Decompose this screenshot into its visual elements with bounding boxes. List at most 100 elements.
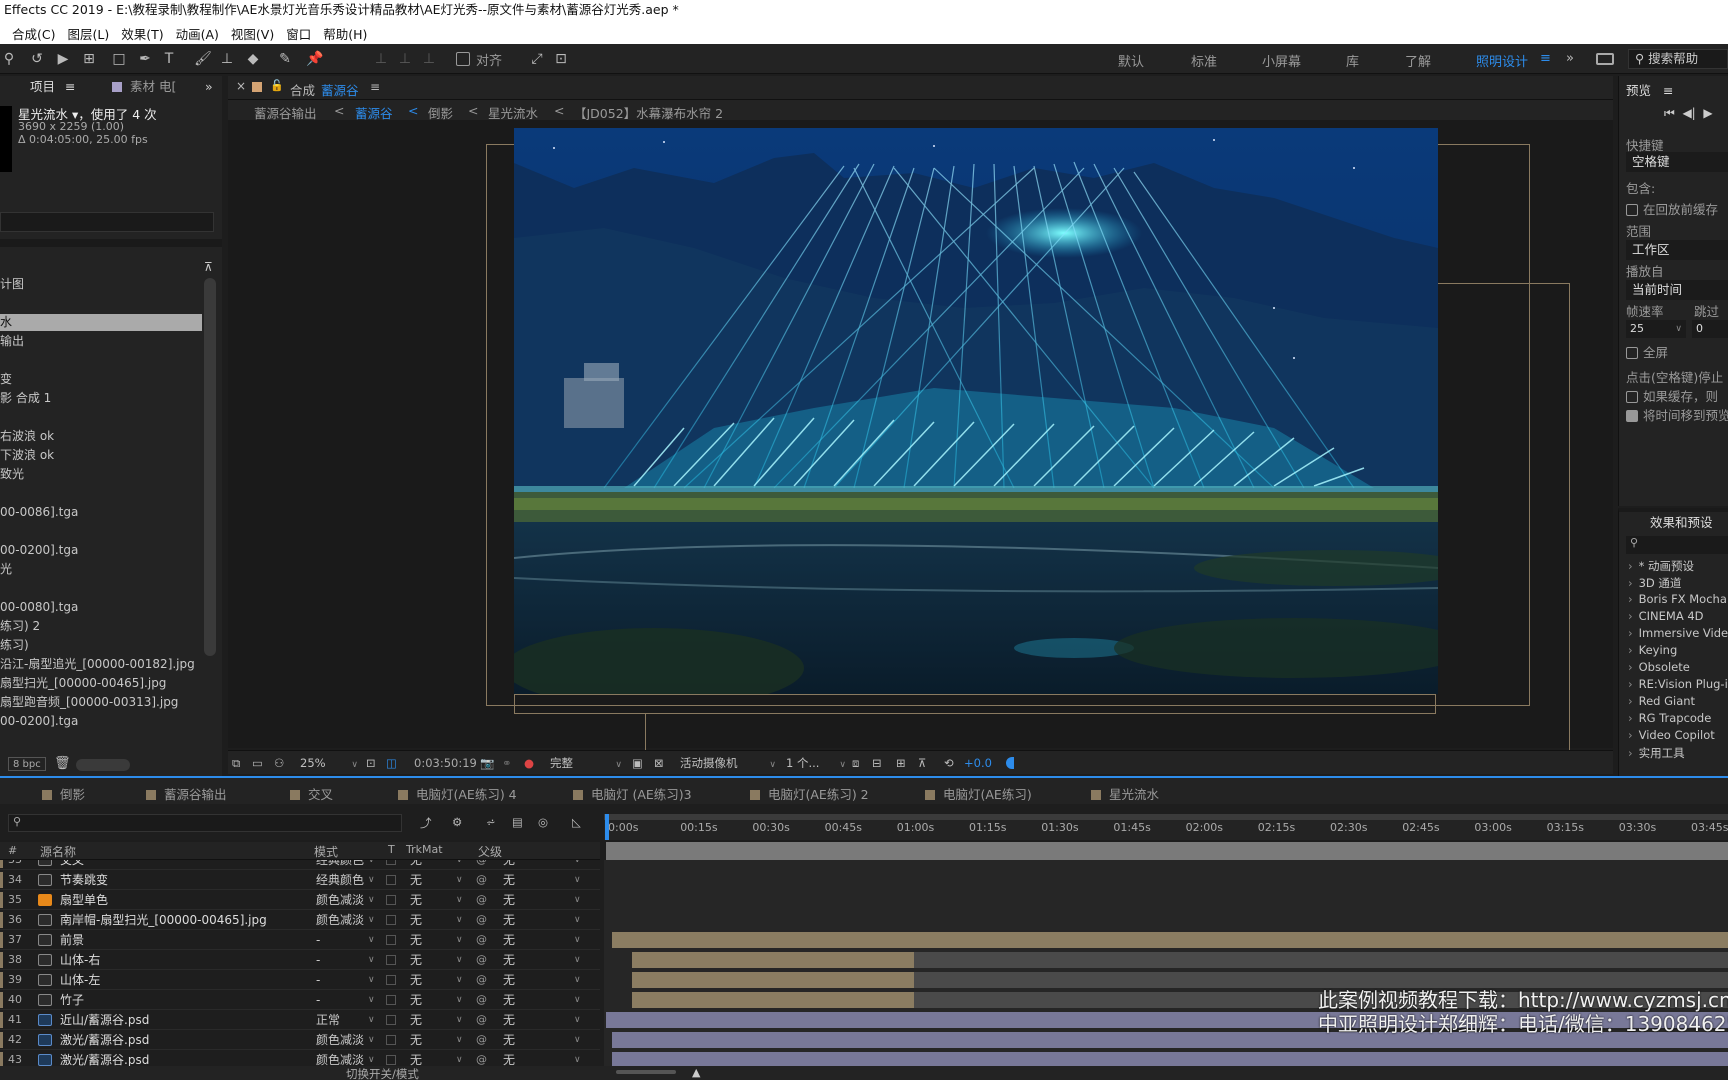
play-from-dropdown[interactable]: 当前时间	[1626, 280, 1728, 300]
puppet-pin-tool-icon[interactable]: 📌	[306, 50, 324, 68]
clone-stamp-tool-icon[interactable]: ⊥	[218, 50, 236, 68]
menu-help[interactable]: 帮助(H)	[323, 24, 367, 43]
label-color[interactable]	[0, 952, 3, 968]
range-dropdown[interactable]: 工作区	[1626, 240, 1728, 260]
shortcut-dropdown[interactable]: 空格键	[1626, 152, 1728, 172]
zoom-in-icon[interactable]: ▲	[692, 1066, 700, 1079]
pick-whip-icon[interactable]: @	[476, 1030, 487, 1050]
channel-icon[interactable]: ●	[524, 756, 534, 770]
list-item[interactable]	[0, 523, 200, 540]
label-color[interactable]	[0, 892, 3, 908]
blend-mode-dropdown[interactable]: -	[316, 990, 376, 1010]
timeline-tab[interactable]: 电脑灯(AE练习)	[925, 784, 1032, 803]
table-row[interactable]: 37 前景 - ∨ 无 ∨ @ 无 ∨	[0, 930, 600, 950]
table-row[interactable]: 41 近山/蓄源谷.psd 正常 ∨ 无 ∨ @ 无 ∨	[0, 1010, 600, 1030]
bit-depth-button[interactable]: 8 bpc	[8, 757, 46, 771]
table-row[interactable]: 38 山体-右 - ∨ 无 ∨ @ 无 ∨	[0, 950, 600, 970]
fast-previews-icon[interactable]: ▣	[632, 756, 643, 770]
effects-category[interactable]: › 实用工具	[1628, 745, 1685, 761]
col-parent[interactable]: 父级	[478, 843, 502, 860]
play-icon[interactable]: ▶	[1703, 106, 1712, 120]
snap-checkbox[interactable]	[456, 52, 470, 66]
menu-composition[interactable]: 合成(C)	[12, 24, 55, 43]
layer-name[interactable]: 山体-右	[60, 950, 100, 970]
trkmat-dropdown[interactable]: 无	[410, 1010, 422, 1030]
fit-icon[interactable]: ⊡	[366, 756, 376, 770]
workspace-menu-icon[interactable]: ≡	[1540, 51, 1551, 66]
effects-category[interactable]: › RG Trapcode	[1628, 711, 1711, 725]
preserve-transparency-checkbox[interactable]	[386, 1035, 396, 1045]
pen-tool-icon[interactable]: ✒	[136, 50, 154, 68]
always-preview-icon[interactable]: ⧉	[232, 756, 240, 771]
view-axis-icon[interactable]: ⊥	[420, 50, 438, 68]
effects-category[interactable]: › * 动画预设	[1628, 558, 1694, 574]
label-color[interactable]	[0, 872, 3, 888]
list-item[interactable]: 00-0200].tga	[0, 713, 200, 730]
layer-duration-bar[interactable]	[632, 952, 914, 968]
comp-tab-menu-icon[interactable]: ≡	[370, 80, 380, 94]
layer-name[interactable]: 节奏跳变	[60, 870, 108, 890]
list-item[interactable]	[0, 485, 200, 502]
skip-dropdown[interactable]: 0	[1692, 320, 1728, 338]
effects-category[interactable]: › Red Giant	[1628, 694, 1695, 708]
list-item[interactable]	[0, 580, 200, 597]
list-item[interactable]: 计图	[0, 276, 200, 293]
layer-duration-bar[interactable]	[914, 952, 1728, 968]
trkmat-dropdown[interactable]: 无	[410, 870, 422, 890]
work-area[interactable]	[606, 842, 1728, 860]
effects-category[interactable]: › Immersive Video	[1628, 626, 1728, 640]
parent-dropdown[interactable]: 无	[503, 870, 515, 890]
prev-frame-icon[interactable]: ◀|	[1682, 106, 1695, 120]
effects-category[interactable]: › CINEMA 4D	[1628, 609, 1704, 623]
layer-name[interactable]: 山体-左	[60, 970, 100, 990]
effects-category[interactable]: › Obsolete	[1628, 660, 1690, 674]
trkmat-dropdown[interactable]: 无	[410, 970, 422, 990]
show-snapshot-icon[interactable]: ⚭	[502, 756, 512, 770]
layer-name[interactable]: 前景	[60, 930, 84, 950]
local-axis-icon[interactable]: ⊥	[372, 50, 390, 68]
list-item[interactable]	[0, 295, 200, 312]
list-item[interactable]: 致光	[0, 466, 200, 483]
first-frame-icon[interactable]: ⏮	[1664, 106, 1675, 120]
menu-view[interactable]: 视图(V)	[231, 24, 274, 43]
flowchart-view-icon[interactable]: ⊼	[918, 756, 926, 770]
col-t[interactable]: T	[388, 843, 395, 856]
blend-mode-dropdown[interactable]: 正常	[316, 1010, 376, 1030]
pick-whip-icon[interactable]: @	[476, 970, 487, 990]
lock-icon[interactable]: 🔓	[270, 79, 284, 92]
project-scrollbar[interactable]	[204, 278, 216, 656]
move-time-checkbox[interactable]: 将时间移到预览	[1626, 405, 1728, 424]
comp-tab-name[interactable]: 蓄源谷	[321, 80, 359, 99]
blend-mode-dropdown[interactable]: 经典颜色	[316, 870, 376, 890]
preserve-transparency-checkbox[interactable]	[386, 995, 396, 1005]
workspace-standard[interactable]: 标准	[1191, 51, 1217, 70]
label-color[interactable]	[0, 1032, 3, 1048]
trkmat-dropdown[interactable]: 无	[410, 930, 422, 950]
workspace-libraries[interactable]: 库	[1346, 51, 1359, 70]
fast-draft-icon[interactable]: ⊟	[872, 756, 882, 770]
if-cached-checkbox[interactable]: 如果缓存，则	[1626, 386, 1718, 405]
label-color[interactable]	[0, 912, 3, 928]
shy-layers-icon[interactable]: ⩫	[486, 815, 496, 829]
effects-category[interactable]: › 3D 通道	[1628, 575, 1681, 591]
list-item[interactable]: 下波浪 ok	[0, 447, 200, 464]
resolution-dropdown[interactable]: 完整 ∨	[550, 756, 624, 772]
preserve-transparency-checkbox[interactable]	[386, 915, 396, 925]
layer-name[interactable]: 南岸帽-扇型扫光_[00000-00465].jpg	[60, 910, 267, 930]
list-item[interactable]	[0, 352, 200, 369]
parent-dropdown[interactable]: 无	[503, 950, 515, 970]
draft-3d-icon[interactable]: ⚙	[452, 815, 462, 829]
region-of-interest-icon[interactable]: ◫	[386, 756, 397, 770]
toggle-pixel-aspect-icon[interactable]: ⧈	[852, 756, 859, 771]
zoom-dropdown[interactable]: 25% ∨	[298, 756, 360, 772]
trkmat-dropdown[interactable]: 无	[410, 910, 422, 930]
timeline-tab[interactable]: 星光流水	[1091, 784, 1159, 803]
display-icon[interactable]: ▭	[252, 756, 263, 770]
layer-duration-bar[interactable]	[632, 972, 914, 988]
workspace-overflow-icon[interactable]: »	[1566, 51, 1574, 66]
workspace-small-screen[interactable]: 小屏幕	[1262, 51, 1301, 70]
list-item[interactable]: 练习)	[0, 637, 200, 654]
preserve-transparency-checkbox[interactable]	[386, 895, 396, 905]
list-item[interactable]: 沿江-扇型追光_[00000-00182].jpg	[0, 656, 200, 673]
col-trkmat[interactable]: TrkMat	[406, 843, 443, 856]
